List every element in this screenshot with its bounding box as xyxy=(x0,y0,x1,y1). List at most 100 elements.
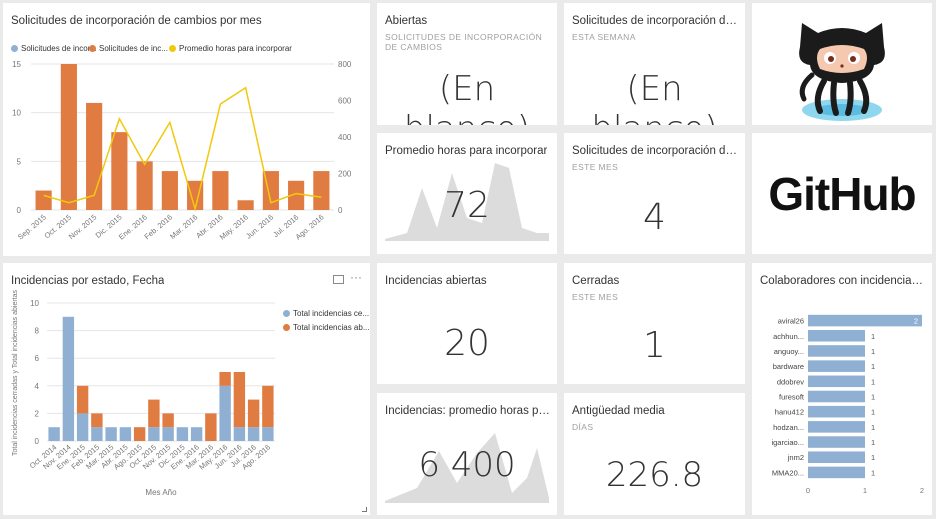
bar-open xyxy=(247,399,260,428)
kpi-value: 226.8 xyxy=(605,455,704,495)
tile-closed[interactable]: Cerradas ESTE MES 1 xyxy=(564,263,745,384)
tile-avg-hours[interactable]: Promedio horas para incorporar 72 xyxy=(377,133,557,254)
bar-open xyxy=(148,399,160,428)
tile-subtitle: ESTA SEMANA xyxy=(572,32,636,42)
bar-open xyxy=(262,385,274,428)
category-label: anguoy... xyxy=(774,347,804,356)
bar xyxy=(136,161,153,210)
data-label: 1 xyxy=(871,408,875,417)
category-label: hodzan... xyxy=(773,423,804,432)
tile-octocat[interactable] xyxy=(752,3,932,125)
y2-tick-label: 600 xyxy=(338,97,352,106)
tile-title: Solicitudes de incorporación de c... xyxy=(572,145,742,157)
bar xyxy=(808,360,865,372)
bar-closed xyxy=(48,427,60,441)
tile-issues-avg-hours[interactable]: Incidencias: promedio horas para c... 6 … xyxy=(377,393,557,515)
x-axis-title: Mes Año xyxy=(145,488,177,497)
bar-closed xyxy=(105,427,117,441)
tile-pr-monthly[interactable]: Solicitudes de incorporación de cambios … xyxy=(3,3,370,256)
y-tick-label: 15 xyxy=(12,60,21,69)
bar xyxy=(313,171,330,210)
bar-closed xyxy=(233,427,246,441)
category-label: igarciao... xyxy=(771,438,804,447)
tile-abiertas[interactable]: Abiertas SOLICITUDES DE INCORPORACIÓN DE… xyxy=(377,3,557,125)
tile-subtitle: ESTE MES xyxy=(572,292,619,302)
tile-github-wordmark[interactable]: GitHub xyxy=(752,133,932,254)
kpi-value: 1 xyxy=(643,325,666,366)
category-label: bardware xyxy=(773,362,804,371)
tile-avg-age[interactable]: Antigüedad media DÍAS 226.8 xyxy=(564,393,745,515)
octocat-logo xyxy=(799,23,885,121)
bar xyxy=(212,171,229,210)
y2-tick-label: 400 xyxy=(338,133,352,142)
bar-closed xyxy=(62,316,75,441)
x-tick-label: Nov. 2015 xyxy=(67,213,99,242)
bar-open xyxy=(91,413,103,428)
y-tick-label: 0 xyxy=(17,206,22,215)
x-tick-label: May. 2016 xyxy=(218,213,250,242)
kpi-value: 6 400 xyxy=(418,445,516,485)
tile-pr-month[interactable]: Solicitudes de incorporación de c... EST… xyxy=(564,133,745,254)
bar xyxy=(808,436,865,448)
tile-subtitle: DÍAS xyxy=(572,422,594,432)
y-tick-label: 5 xyxy=(17,157,22,166)
y-tick-label: 0 xyxy=(35,437,40,446)
bar xyxy=(161,171,178,210)
category-label: achhun... xyxy=(773,332,804,341)
y-tick-label: 4 xyxy=(35,382,40,391)
bar-open xyxy=(133,427,146,441)
category-label: jnm2 xyxy=(787,453,804,462)
bar-closed xyxy=(162,427,174,441)
x-tick-label: 1 xyxy=(863,486,867,495)
kpi-value: (En blanco) xyxy=(591,69,717,125)
x-tick-label: Jun. 2016 xyxy=(244,213,275,241)
tile-issues-open[interactable]: Incidencias abiertas 20 xyxy=(377,263,557,384)
data-label: 1 xyxy=(871,347,875,356)
data-label: 1 xyxy=(871,362,875,371)
tile-collaborators[interactable]: Colaboradores con incidencias ab... 012a… xyxy=(752,263,932,515)
category-label: MMA20... xyxy=(772,468,804,477)
category-label: furesoft xyxy=(779,393,805,402)
y-tick-label: 8 xyxy=(35,327,40,336)
tile-title: Antigüedad media xyxy=(572,405,665,417)
bar-closed xyxy=(247,427,260,441)
x-tick-label: 0 xyxy=(806,486,810,495)
category-label: hanu412 xyxy=(775,408,804,417)
tile-pr-week[interactable]: Solicitudes de incorporación de c... EST… xyxy=(564,3,745,125)
bar xyxy=(808,314,922,327)
bar xyxy=(808,330,865,342)
tile-title: Cerradas xyxy=(572,275,620,287)
bar-closed xyxy=(76,413,89,441)
github-wordmark: GitHub xyxy=(768,168,916,220)
bar xyxy=(808,405,865,418)
category-label: ddobrev xyxy=(777,377,804,386)
x-tick-label: 2 xyxy=(920,486,924,495)
bar-closed xyxy=(190,427,203,441)
bar-open xyxy=(205,413,217,441)
tile-subtitle: ESTE MES xyxy=(572,162,619,172)
bar-closed xyxy=(262,427,274,441)
y2-tick-label: 200 xyxy=(338,170,352,179)
tile-subtitle: SOLICITUDES DE INCORPORACIÓN DE CAMBIOS xyxy=(385,32,543,52)
data-label: 1 xyxy=(871,423,875,432)
resize-handle-icon[interactable] xyxy=(362,507,367,512)
bar xyxy=(808,451,865,463)
category-label: aviral26 xyxy=(778,317,804,326)
collaborators-chart: 0 1 2 aviral26 2 achhun... 1 anguoy... 1 bardware… xyxy=(771,314,924,495)
kpi-value: 20 xyxy=(444,323,490,364)
x-tick-label: Ago. 2016 xyxy=(294,213,326,242)
data-label: 1 xyxy=(871,393,875,402)
kpi-value: (En blanco) xyxy=(404,69,530,125)
tile-title: Solicitudes de incorporación de c... xyxy=(572,15,742,27)
y-tick-label: 10 xyxy=(12,109,21,118)
tile-title: Incidencias abiertas xyxy=(385,275,487,287)
bar-closed xyxy=(219,385,231,441)
tile-title: Abiertas xyxy=(385,15,428,27)
bar xyxy=(237,200,254,210)
tile-issues-status[interactable]: Incidencias por estado, Fecha ··· Total … xyxy=(3,263,370,515)
bar-open xyxy=(233,372,246,428)
pr-monthly-chart: 0510150200400600800Sep. 2015Oct. 2015Nov… xyxy=(12,60,352,242)
y-axis-title: Total incidencias cerradas y Total incid… xyxy=(12,289,19,456)
y2-tick-label: 800 xyxy=(338,60,352,69)
x-tick-label: Sep. 2015 xyxy=(16,213,48,242)
